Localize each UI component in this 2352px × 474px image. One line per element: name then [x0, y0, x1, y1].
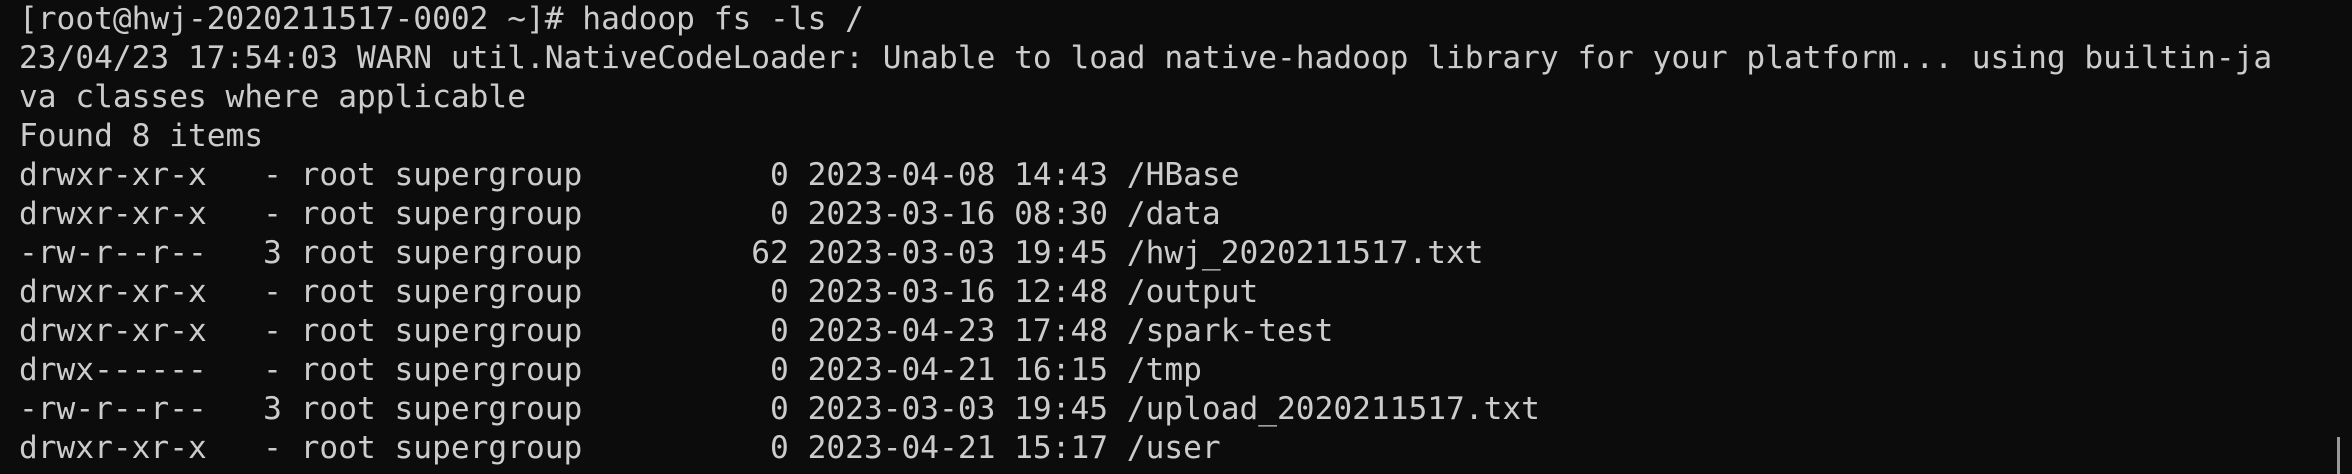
warning-line-continued: va classes where applicable — [19, 79, 526, 115]
listing-row: -rw-r--r-- 3 root supergroup 0 2023-03-0… — [19, 391, 1540, 427]
found-items-line: Found 8 items — [19, 118, 264, 154]
scrollbar-thumb[interactable] — [2337, 437, 2340, 474]
listing-row: drwxr-xr-x - root supergroup 0 2023-03-1… — [19, 196, 1221, 232]
listing-row: drwxr-xr-x - root supergroup 0 2023-04-2… — [19, 313, 1334, 349]
listing-row: drwxr-xr-x - root supergroup 0 2023-03-1… — [19, 274, 1259, 310]
listing-row: drwxr-xr-x - root supergroup 0 2023-04-2… — [19, 430, 1221, 466]
listing-row: -rw-r--r-- 3 root supergroup 62 2023-03-… — [19, 235, 1484, 271]
warning-line: 23/04/23 17:54:03 WARN util.NativeCodeLo… — [19, 40, 2273, 76]
listing-row: drwx------ - root supergroup 0 2023-04-2… — [19, 352, 1202, 388]
listing-row: drwxr-xr-x - root supergroup 0 2023-04-0… — [19, 157, 1240, 193]
terminal-window[interactable]: [root@hwj-2020211517-0002 ~]# hadoop fs … — [0, 0, 2352, 474]
command-prompt-line: [root@hwj-2020211517-0002 ~]# hadoop fs … — [19, 1, 864, 37]
